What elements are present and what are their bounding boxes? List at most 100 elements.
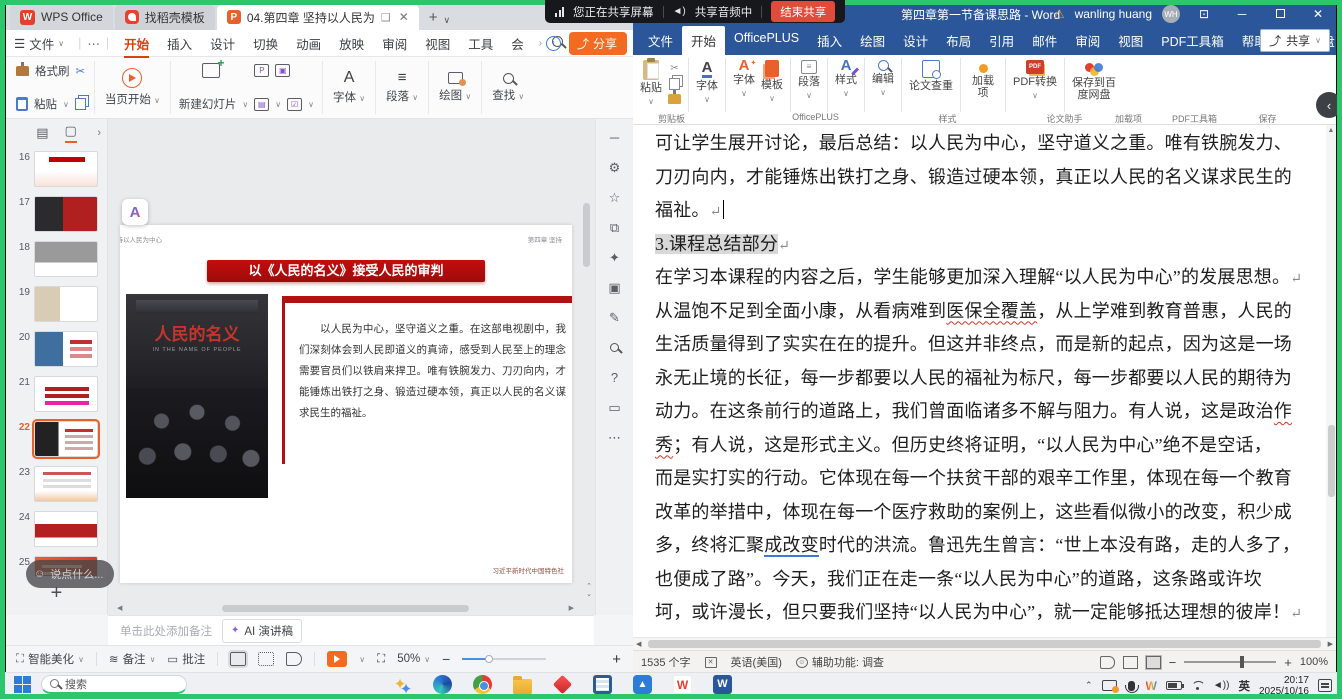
reading-view-icon[interactable] [286,652,302,666]
slide-text-box[interactable]: 以人民为中心，坚守道义之重。在这部电视剧中，我们深刻体会到人民即道义的真谛，感受… [282,296,572,464]
page-nav-arrows[interactable]: ⌃⌄ [586,583,592,599]
volume-icon[interactable]: ◄)) [1213,680,1230,691]
wps-zoom-slider[interactable] [462,658,546,660]
more-menu-button[interactable]: ⋯ [87,36,100,51]
wifi-icon[interactable] [1191,681,1204,691]
notification-center-icon[interactable] [1318,679,1332,692]
read-mode-icon[interactable] [1100,656,1115,669]
word-tab-引用[interactable]: 引用 [980,26,1023,55]
officeplus-font-button[interactable]: A 字体∨ [733,60,755,100]
template-button[interactable]: 模板∨ [761,60,783,105]
favorites-icon[interactable]: ☆ [609,191,621,204]
ribbon-collapse-button[interactable]: ‹ [1316,92,1342,118]
slide-thumbnail-23[interactable] [34,466,98,502]
ai-speech-button[interactable]: ✦ AI 演讲稿 [222,619,302,643]
file-explorer-icon[interactable] [513,679,532,694]
language-status[interactable]: 英语(美国) [731,654,782,670]
battery-icon[interactable] [1166,681,1182,690]
screen-cast-icon[interactable] [1102,680,1117,691]
wps-menu-item-放映[interactable]: 放映 [330,34,373,53]
transition-icon[interactable]: ⧉ [610,221,619,234]
wps-menu-item-工具[interactable]: 工具 [459,34,502,53]
wps-menu-item-会[interactable]: 会 [502,34,533,53]
start-button[interactable] [14,676,31,693]
slide-thumbnail-24[interactable] [34,511,98,547]
chrome-icon[interactable] [473,675,492,694]
layout-icon[interactable]: P [254,64,269,77]
theme-skin-icon[interactable]: ▣ [608,281,620,294]
zoom-out-button[interactable]: − [442,651,450,667]
word-zoom-slider[interactable] [1184,661,1276,663]
slide-thumbnail-18[interactable] [34,241,98,277]
end-share-button[interactable]: 结束共享 [771,1,835,22]
slide-22[interactable]: 坚持以人民为中心 第四章 坚持 以《人民的名义》接受人民的审判 人民的名义 IN… [120,225,572,583]
object-properties-icon[interactable]: ⚙ [609,161,621,174]
paragraph-collapsed-group[interactable]: ≡ 段落∨ [791,58,828,112]
word-tab-设计[interactable]: 设计 [894,26,937,55]
smart-beautify-icon[interactable]: ✦ [609,251,620,264]
word-count[interactable]: 1535 个字 [641,654,691,670]
wps-share-button[interactable]: ⤴ 分享 [569,32,627,55]
copy-icon[interactable] [75,98,86,110]
hscroll-right-icon[interactable]: ▶ [1325,640,1336,648]
slide-thumbnail-22[interactable] [34,421,98,457]
word-vertical-scrollbar[interactable]: ▲ [1326,125,1336,637]
zoom-in-button[interactable]: + [612,651,621,668]
tab-close-icon[interactable]: ✕ [399,10,409,24]
font-collapsed-group[interactable]: A 字体∨ [689,58,726,112]
word-tab-PDF工具箱[interactable]: PDF工具箱 [1152,26,1233,55]
scroll-right-icon[interactable]: ▶ [566,604,577,612]
editing-collapsed-group[interactable]: 编辑∨ [865,58,902,112]
web-layout-icon[interactable] [1146,656,1161,669]
word-paste-button[interactable]: 粘贴∨ [640,60,662,108]
word-tab-审阅[interactable]: 审阅 [1066,26,1109,55]
styles-collapsed-group[interactable]: A 样式∨ [828,58,865,112]
slideshow-play-button[interactable] [327,651,347,667]
smart-beautify-button[interactable]: ⛶ 智能美化∨ [16,651,84,667]
slide-thumbnail-17[interactable] [34,196,98,232]
slide-title-banner[interactable]: 以《人民的名义》接受人民的审判 [207,260,485,282]
hscroll-left-icon[interactable]: ◀ [633,640,644,648]
normal-view-icon[interactable] [230,652,246,666]
play-current-group[interactable]: 当页开始 ∨ [95,61,171,114]
word-user-name[interactable]: wanling huang [1075,7,1152,21]
rail-more-icon[interactable]: ⋯ [608,431,621,444]
word-zoom-out[interactable]: − [1169,655,1177,670]
cut-icon[interactable]: ✂ [76,64,86,78]
user-avatar[interactable]: WH [1162,5,1180,23]
word-tab-开始[interactable]: 开始 [682,26,725,55]
microphone-icon[interactable] [1128,681,1135,691]
copilot-sparkle-icon[interactable]: ✦ [388,675,412,694]
slide-layout-icon[interactable]: ▤ [254,98,269,111]
wps-menu-item-切换[interactable]: 切换 [244,34,287,53]
meeting-chat-overlay[interactable]: ☺ 说点什么... [26,560,114,588]
taskbar-wps-icon[interactable]: W [673,675,692,694]
warning-icon[interactable]: ⚠ [1054,7,1065,21]
save-baidu-group[interactable]: 保存到百度网盘 [1065,58,1123,112]
outline-view-icon[interactable]: ▤ [36,125,48,141]
menu-overflow-chevron[interactable]: › [539,38,542,49]
canvas-vertical-scrollbar[interactable] [582,119,591,601]
format-painter-icon[interactable] [16,66,29,76]
word-tab-插入[interactable]: 插入 [808,26,851,55]
paper-check-group[interactable]: 论文查重 [902,58,961,112]
word-tab-布局[interactable]: 布局 [937,26,980,55]
wps-menu-item-开始[interactable]: 开始 [115,34,158,53]
wps-file-menu[interactable]: ☰ 文件 ∨ [14,34,64,53]
ribbon-display-options-icon[interactable]: ⊡ [1190,7,1218,21]
word-tab-邮件[interactable]: 邮件 [1023,26,1066,55]
find-group[interactable]: 查找 ∨ [482,61,534,114]
taskbar-word-icon[interactable]: W [713,675,732,694]
word-share-button[interactable]: ⤴ 共享 ∨ [1260,29,1330,52]
new-slide-icon[interactable] [202,63,220,78]
slide-thumbnail-21[interactable] [34,376,98,412]
wps-menu-item-视图[interactable]: 视图 [416,34,459,53]
wps-menu-item-动画[interactable]: 动画 [287,34,330,53]
accessibility-status[interactable]: ☺ 辅助功能: 调查 [796,654,884,670]
resource-library-icon[interactable] [610,341,619,354]
collapse-rail-icon[interactable]: ─ [610,131,619,144]
word-tab-绘图[interactable]: 绘图 [851,26,894,55]
word-format-painter-icon[interactable] [668,94,681,104]
comments-button[interactable]: ▭ 批注 [167,651,205,667]
sorter-view-icon[interactable] [258,652,274,666]
